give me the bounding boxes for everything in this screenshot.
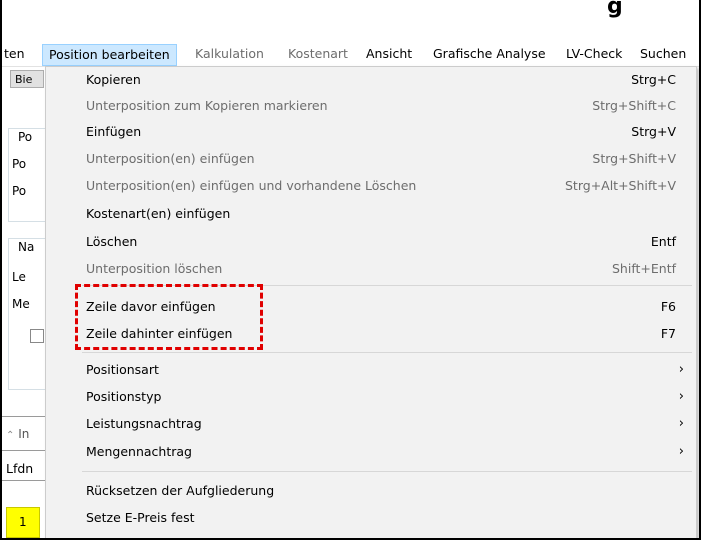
collapse-chevron-icon: ⌃	[6, 430, 15, 441]
bg-label-4: Na	[18, 240, 35, 254]
menu-item-label: Einfügen	[86, 124, 142, 139]
shortcut-label: Strg+Shift+V	[592, 151, 676, 166]
menu-item-label: Leistungsnachtrag	[86, 416, 202, 431]
bg-label-5: Le	[12, 270, 26, 284]
menu-item-label: Positionsart	[86, 362, 159, 377]
menu-item-positionstyp[interactable]: Positionstyp ›	[46, 384, 696, 410]
menu-item-label: Kopieren	[86, 72, 141, 87]
shortcut-label: Strg+V	[631, 124, 676, 139]
bg-label-2: Po	[12, 157, 27, 171]
menu-item-ten[interactable]: ten	[2, 44, 31, 66]
submenu-arrow-icon: ›	[678, 444, 684, 459]
menu-item-label: Unterposition zum Kopieren markieren	[86, 98, 328, 113]
menu-item-label: Positionstyp	[86, 389, 162, 404]
shortcut-label: Strg+Shift+C	[592, 98, 676, 113]
menu-item-label: Zeile dahinter einfügen	[86, 326, 233, 341]
menu-item-label: Unterposition(en) einfügen	[86, 151, 255, 166]
menu-item-position-bearbeiten[interactable]: Position bearbeiten	[42, 44, 177, 66]
collapse-section[interactable]: ⌃ In	[6, 427, 29, 441]
menu-item-unterposition-einfuegen-loeschen[interactable]: Unterposition(en) einfügen und vorhanden…	[46, 173, 696, 199]
menu-item-setze-e-preis-fest[interactable]: Setze E-Preis fest	[46, 505, 696, 531]
menu-bar: ten Position bearbeiten Kalkulation Kost…	[2, 44, 699, 67]
submenu-arrow-icon: ›	[678, 416, 684, 431]
menu-item-kopieren[interactable]: Kopieren Strg+C	[46, 67, 696, 93]
collapse-label: In	[18, 427, 30, 441]
menu-item-zeile-davor-einfuegen[interactable]: Zeile davor einfügen F6	[46, 294, 696, 320]
bg-label-3: Po	[12, 184, 27, 198]
bg-label-6: Me	[12, 297, 30, 311]
column-header-lfdnr[interactable]: Lfdn	[6, 461, 33, 476]
menu-item-label: Kostenart(en) einfügen	[86, 206, 231, 221]
shortcut-label: Entf	[650, 234, 676, 249]
menu-item-label: Mengennachtrag	[86, 444, 192, 459]
divider	[2, 480, 46, 481]
menu-item-label: Zeile davor einfügen	[86, 299, 216, 314]
menu-item-ruecksetzen-aufgliederung[interactable]: Rücksetzen der Aufgliederung	[46, 478, 696, 504]
menu-item-mengennachtrag[interactable]: Mengennachtrag ›	[46, 439, 696, 465]
app-window: g ten Position bearbeiten Kalkulation Ko…	[0, 0, 701, 540]
menu-item-kalkulation[interactable]: Kalkulation	[189, 44, 270, 66]
bieter-button[interactable]: Bie	[10, 70, 44, 88]
menu-separator	[82, 352, 692, 353]
menu-item-loeschen[interactable]: Löschen Entf	[46, 229, 696, 255]
shortcut-label: Strg+C	[631, 72, 676, 87]
menu-item-suchen[interactable]: Suchen	[634, 44, 692, 66]
menu-item-label: Löschen	[86, 234, 138, 249]
menu-item-label: Setze E-Preis fest	[86, 510, 195, 525]
shortcut-label: Strg+Alt+Shift+V	[565, 178, 676, 193]
menu-item-ansicht[interactable]: Ansicht	[360, 44, 418, 66]
menu-item-unterposition-einfuegen[interactable]: Unterposition(en) einfügen Strg+Shift+V	[46, 146, 696, 172]
submenu-arrow-icon: ›	[678, 389, 684, 404]
menu-item-positionsart[interactable]: Positionsart ›	[46, 357, 696, 383]
table-row-selected[interactable]: 1	[6, 507, 40, 538]
menu-separator	[82, 471, 692, 472]
divider	[2, 416, 46, 417]
shortcut-label: Shift+Entf	[611, 261, 676, 276]
menu-item-kostenart[interactable]: Kostenart	[282, 44, 354, 66]
divider	[2, 450, 46, 451]
menu-separator	[82, 285, 692, 286]
bg-label-1: Po	[18, 130, 33, 144]
bg-checkbox[interactable]	[30, 329, 44, 343]
menu-item-lv-check[interactable]: LV-Check	[560, 44, 628, 66]
row-number: 1	[19, 515, 27, 529]
submenu-arrow-icon: ›	[678, 362, 684, 377]
menu-item-einfuegen[interactable]: Einfügen Strg+V	[46, 119, 696, 145]
menu-item-zeile-dahinter-einfuegen[interactable]: Zeile dahinter einfügen F7	[46, 321, 696, 347]
shortcut-label: F6	[660, 299, 676, 314]
menu-item-label: Rücksetzen der Aufgliederung	[86, 483, 275, 498]
menu-item-unterposition-markieren[interactable]: Unterposition zum Kopieren markieren Str…	[46, 93, 696, 119]
title-fragment: g	[607, 0, 623, 19]
menu-item-label: Unterposition(en) einfügen und vorhanden…	[86, 178, 417, 193]
shortcut-label: F7	[660, 326, 676, 341]
menu-item-grafische-analyse[interactable]: Grafische Analyse	[427, 44, 552, 66]
menu-item-leistungsnachtrag[interactable]: Leistungsnachtrag ›	[46, 411, 696, 437]
position-bearbeiten-dropdown: Kopieren Strg+C Unterposition zum Kopier…	[45, 66, 697, 538]
menu-item-label: Unterposition löschen	[86, 261, 223, 276]
menu-item-kostenart-einfuegen[interactable]: Kostenart(en) einfügen	[46, 201, 696, 227]
menu-item-unterposition-loeschen[interactable]: Unterposition löschen Shift+Entf	[46, 256, 696, 282]
